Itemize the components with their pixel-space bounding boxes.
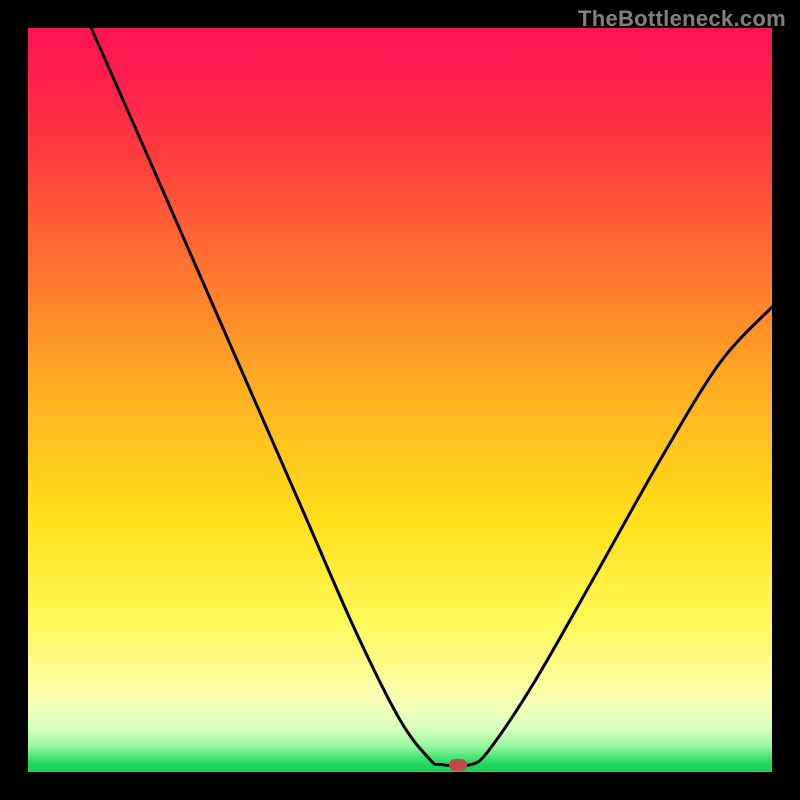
- plot-area: [28, 28, 772, 772]
- watermark-text: TheBottleneck.com: [578, 6, 786, 32]
- bottleneck-curve: [28, 28, 772, 772]
- optimum-marker: [449, 759, 467, 771]
- chart-frame: TheBottleneck.com: [0, 0, 800, 800]
